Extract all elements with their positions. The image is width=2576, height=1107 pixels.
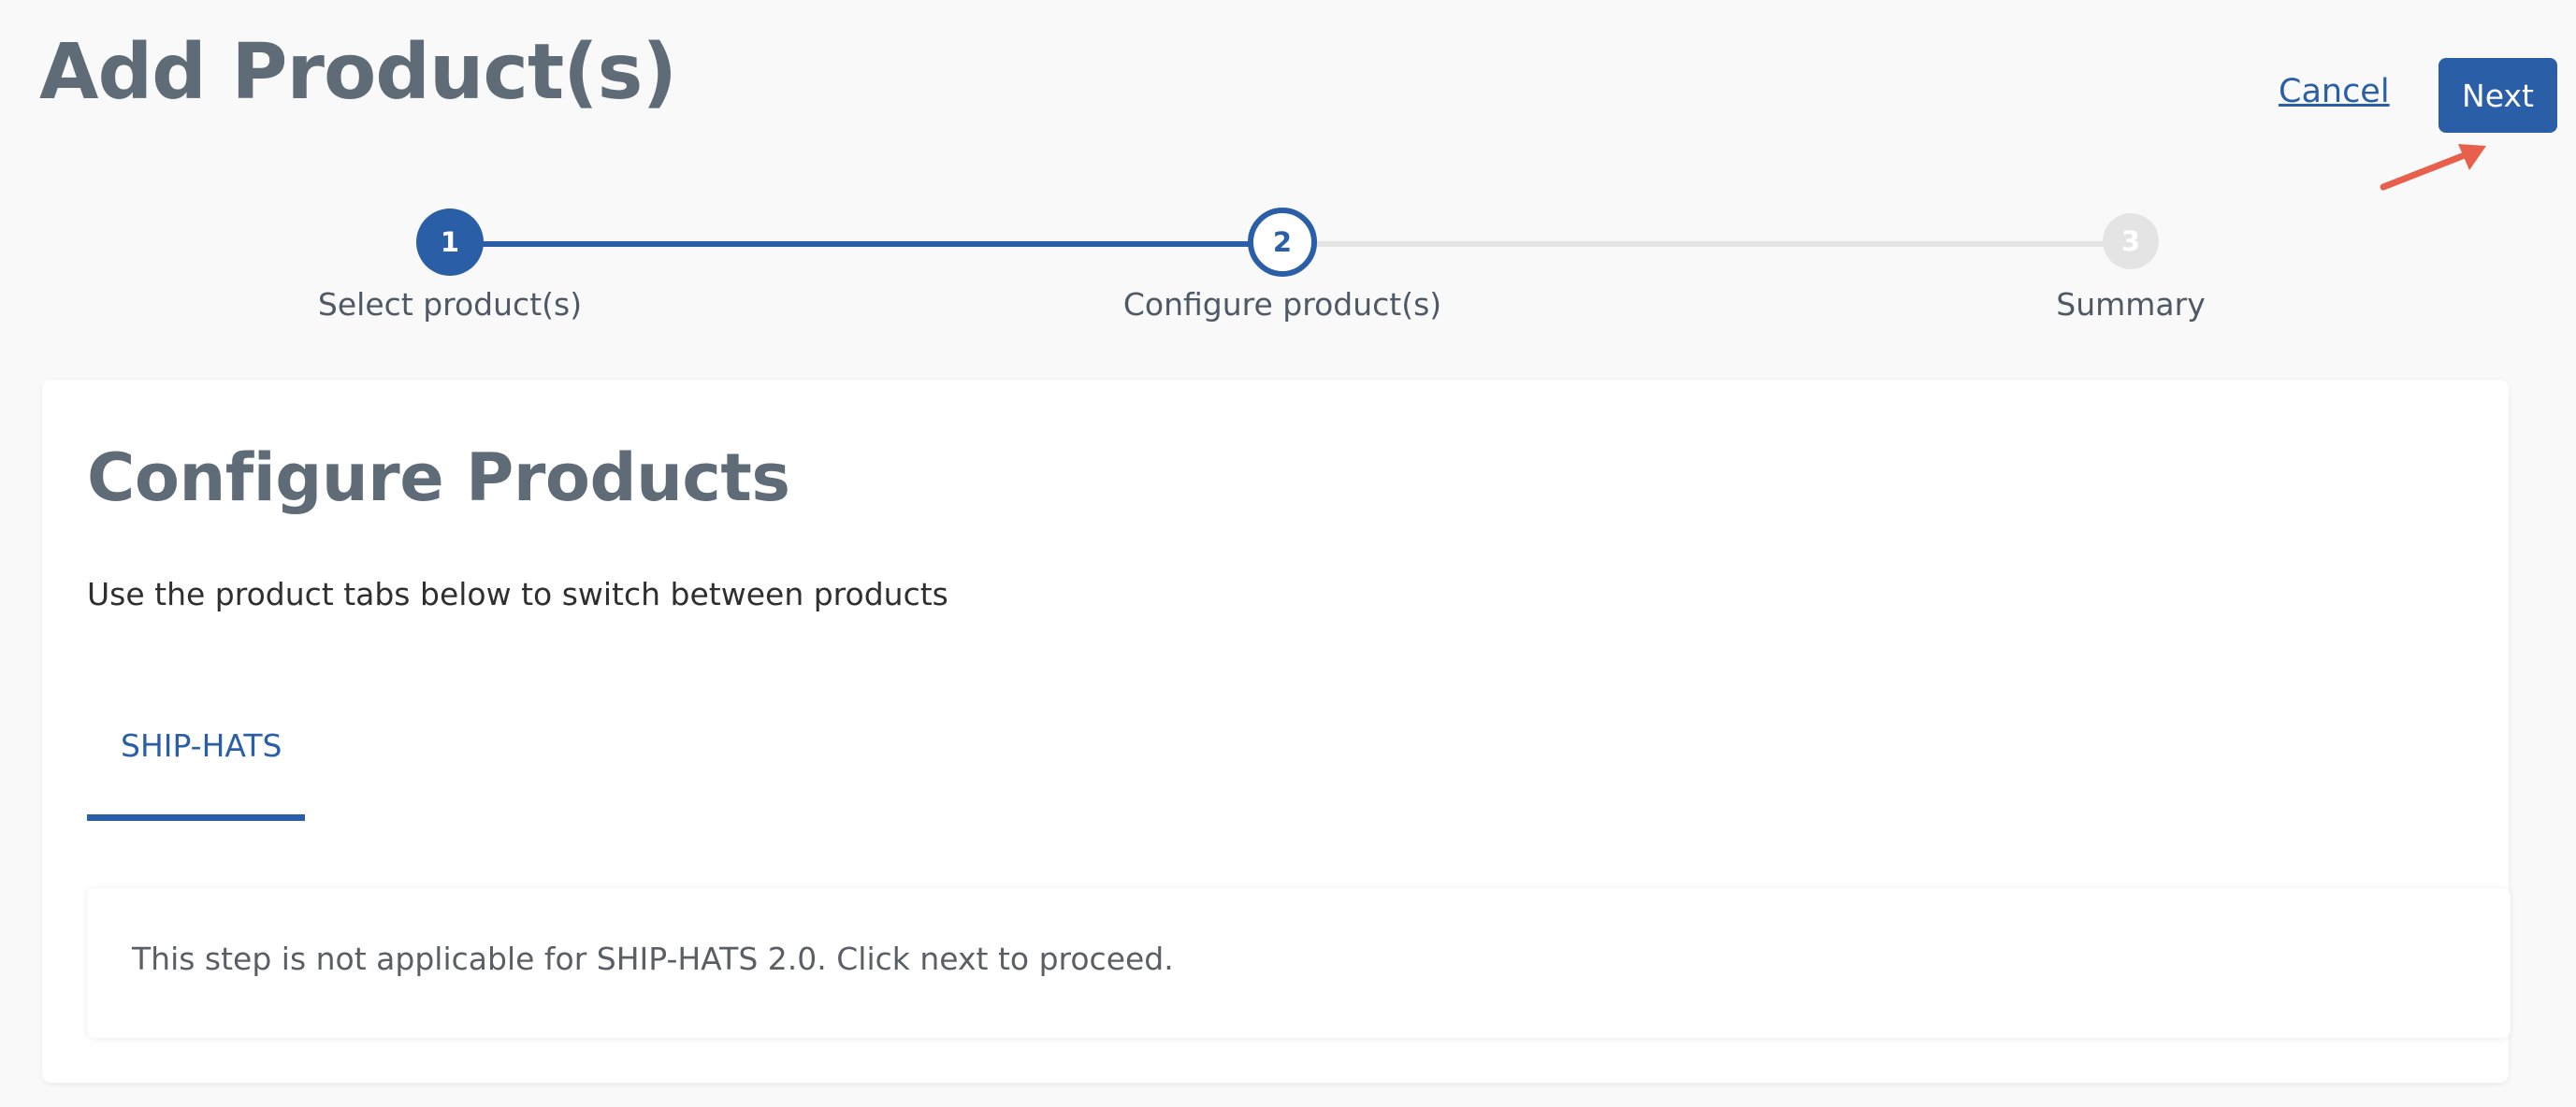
step-1-indicator: 1 (416, 208, 484, 276)
step-2-label: Configure product(s) (1122, 286, 1442, 323)
page-title: Add Product(s) (39, 28, 677, 117)
add-products-page: Add Product(s) Cancel Next 1 2 3 Select … (0, 0, 2576, 1107)
step-2-indicator: 2 (1248, 208, 1317, 277)
tab-label: SHIP-HATS (121, 727, 282, 764)
step-3-indicator: 3 (2103, 213, 2159, 269)
cancel-link[interactable]: Cancel (2279, 73, 2390, 110)
notice-text: This step is not applicable for SHIP-HAT… (132, 941, 1174, 977)
step-3-label: Summary (2056, 286, 2206, 323)
configure-products-card: Configure Products Use the product tabs … (42, 380, 2511, 1083)
notice-panel: This step is not applicable for SHIP-HAT… (87, 888, 2511, 1038)
section-title: Configure Products (87, 439, 790, 516)
stepper-progress-line (449, 241, 1281, 247)
annotation-arrow-icon (2380, 144, 2486, 191)
step-1-label: Select product(s) (317, 286, 583, 323)
tab-ship-hats[interactable]: SHIP-HATS (87, 709, 305, 821)
active-tab-indicator (87, 814, 305, 821)
next-button[interactable]: Next (2439, 58, 2557, 133)
section-subtitle: Use the product tabs below to switch bet… (87, 576, 948, 612)
stepper-remaining-line (1281, 241, 2133, 247)
